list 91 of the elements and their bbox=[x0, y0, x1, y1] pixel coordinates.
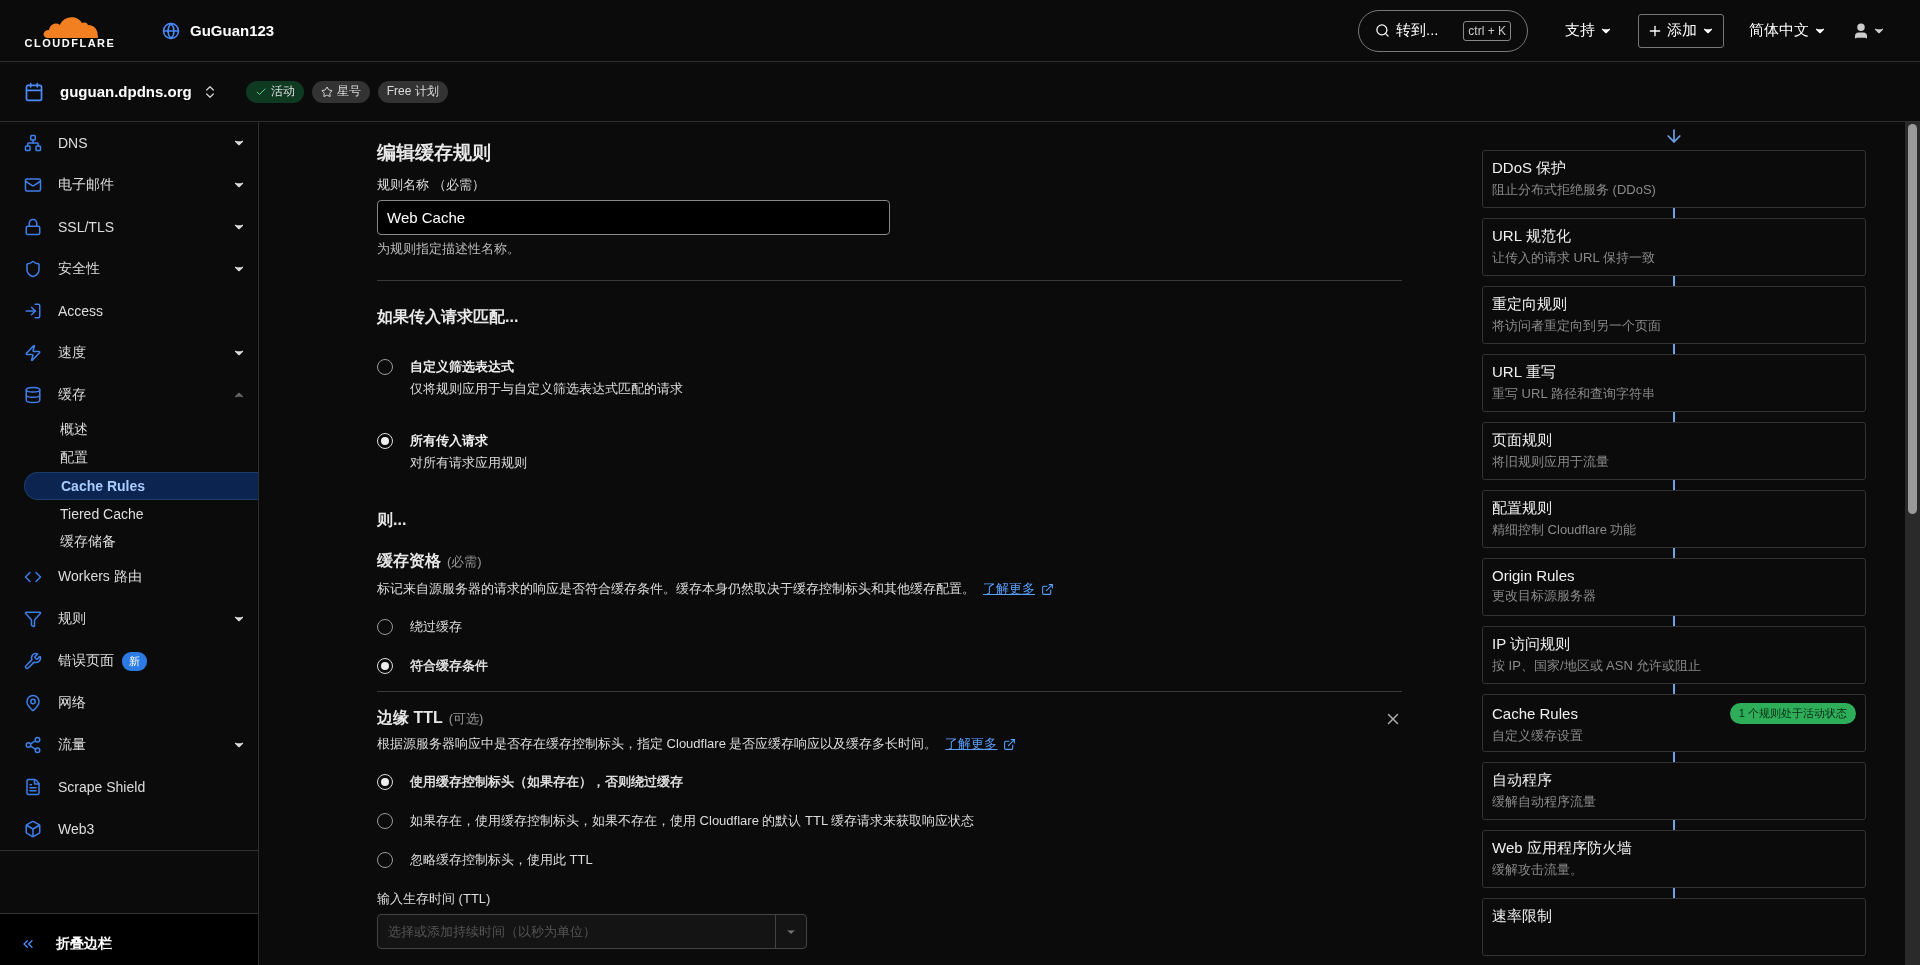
rule-name-field[interactable]: Web Cache bbox=[377, 200, 890, 235]
option-description: 对所有请求应用规则 bbox=[410, 454, 527, 472]
option-label: 符合缓存条件 bbox=[410, 657, 488, 675]
rule-card[interactable]: 速率限制 bbox=[1482, 898, 1866, 956]
sidebar-item[interactable]: Access bbox=[0, 290, 258, 332]
sidebar-subitem[interactable]: 概述 bbox=[24, 416, 258, 444]
logo-text[interactable]: CLOUDFLARE bbox=[24, 36, 116, 49]
sidebar-item[interactable]: 错误页面 新 bbox=[0, 640, 258, 682]
card-title: DDoS 保护 bbox=[1492, 159, 1567, 178]
plan-badge: Free 计划 bbox=[377, 80, 448, 103]
sidebar-item[interactable]: Workers 路由 bbox=[0, 556, 258, 598]
section-heading: 如果传入请求匹配... bbox=[377, 307, 520, 327]
card-description: 让传入的请求 URL 保持一致 bbox=[1492, 249, 1656, 267]
sidebar-subitem[interactable]: 配置 bbox=[24, 444, 258, 472]
star-badge[interactable]: 星号 bbox=[311, 80, 370, 103]
rule-card[interactable]: 配置规则 精细控制 Cloudflare 功能 bbox=[1482, 490, 1866, 548]
status-badge: 活动 bbox=[245, 80, 304, 103]
card-description: 缓解攻击流量。 bbox=[1492, 861, 1584, 879]
sidebar-item[interactable]: 电子邮件 bbox=[0, 164, 258, 206]
field-label: 规则名称 （必需） bbox=[377, 176, 486, 194]
card-description: 阻止分布式拒绝服务 (DDoS) bbox=[1492, 181, 1657, 199]
card-title: 速率限制 bbox=[1492, 907, 1552, 926]
card-title: Cache Rules bbox=[1492, 705, 1578, 722]
menu-dropdown[interactable]: 简体中文 bbox=[1740, 13, 1836, 48]
rule-card[interactable]: Web 应用程序防火墙 缓解攻击流量。 bbox=[1482, 830, 1866, 888]
card-title: 自动程序 bbox=[1492, 771, 1552, 790]
field-label: 输入生存时间 (TTL) bbox=[377, 890, 492, 908]
card-title: IP 访问规则 bbox=[1492, 635, 1571, 654]
rule-card[interactable]: Origin Rules 更改目标源服务器 bbox=[1482, 558, 1866, 616]
add-button[interactable]: 添加 bbox=[1638, 13, 1724, 48]
section-description: 根据源服务器响应中是否存在缓存控制标头，指定 Cloudflare 是否应缓存响应以及缓存多长时间。 bbox=[377, 735, 938, 753]
rule-card[interactable]: 自动程序 缓解自动程序流量 bbox=[1482, 762, 1866, 820]
card-title: URL 规范化 bbox=[1492, 227, 1571, 246]
rule-card[interactable]: URL 规范化 让传入的请求 URL 保持一致 bbox=[1482, 218, 1866, 276]
rule-card[interactable]: URL 重写 重写 URL 路径和查询字符串 bbox=[1482, 354, 1866, 412]
card-title: Web 应用程序防火墙 bbox=[1492, 839, 1632, 858]
sidebar-item[interactable]: Scrape Shield bbox=[0, 766, 258, 808]
option-title: 自定义筛选表达式 bbox=[410, 358, 515, 376]
help-text: 为规则指定描述性名称。 bbox=[377, 240, 521, 258]
rule-card[interactable]: 重定向规则 将访问者重定向到另一个页面 bbox=[1482, 286, 1866, 344]
optional-note: (可选) bbox=[448, 710, 484, 728]
card-title: 配置规则 bbox=[1492, 499, 1552, 518]
option-label: 忽略缓存控制标头，使用此 TTL bbox=[410, 851, 593, 869]
card-description: 更改目标源服务器 bbox=[1492, 587, 1597, 605]
rule-card[interactable]: Cache Rules 1 个规则处于活动状态 自定义缓存设置 bbox=[1482, 694, 1866, 752]
option-label: 绕过缓存 bbox=[410, 618, 462, 636]
card-title: 重定向规则 bbox=[1492, 295, 1567, 314]
card-description: 自定义缓存设置 bbox=[1492, 727, 1584, 745]
required-note: (必需) bbox=[447, 553, 482, 571]
option-label: 使用缓存控制标头（如果存在），否则绕过缓存 bbox=[410, 773, 683, 791]
card-description: 将旧规则应用于流量 bbox=[1492, 453, 1610, 471]
card-title: Origin Rules bbox=[1492, 567, 1575, 584]
menu-dropdown[interactable]: 支持 bbox=[1556, 13, 1622, 48]
card-description: 精细控制 Cloudflare 功能 bbox=[1492, 521, 1638, 539]
collapse-sidebar-button[interactable]: 折叠边栏 bbox=[0, 913, 258, 965]
sidebar-item[interactable]: Web3 bbox=[0, 808, 258, 850]
learn-more-link[interactable]: 了解更多 bbox=[983, 580, 1054, 598]
rule-card[interactable]: IP 访问规则 按 IP、国家/地区或 ASN 允许或阻止 bbox=[1482, 626, 1866, 684]
sidebar-item[interactable]: 网络 bbox=[0, 682, 258, 724]
account-name[interactable]: GuGuan123 bbox=[190, 22, 275, 39]
rule-card[interactable]: 页面规则 将旧规则应用于流量 bbox=[1482, 422, 1866, 480]
sidebar-item[interactable]: 流量 bbox=[0, 724, 258, 766]
card-title: 页面规则 bbox=[1492, 431, 1552, 450]
card-description: 重写 URL 路径和查询字符串 bbox=[1492, 385, 1656, 403]
learn-more-link[interactable]: 了解更多 bbox=[945, 735, 1017, 753]
rule-card[interactable]: DDoS 保护 阻止分布式拒绝服务 (DDoS) bbox=[1482, 150, 1866, 208]
option-label: 如果存在，使用缓存控制标头，如果不存在，使用 Cloudflare 的默认 TTL 缓存请求来获取响应状态 bbox=[410, 812, 975, 830]
option-description: 仅将规则应用于与自定义筛选表达式匹配的请求 bbox=[410, 380, 683, 398]
option-title: 所有传入请求 bbox=[410, 432, 489, 450]
sidebar-item[interactable]: DNS bbox=[0, 122, 258, 164]
domain-name[interactable]: guguan.dpdns.org bbox=[60, 83, 192, 100]
active-rules-badge: 1 个规则处于活动状态 bbox=[1729, 703, 1856, 724]
card-description: 将访问者重定向到另一个页面 bbox=[1492, 317, 1662, 335]
card-description: 缓解自动程序流量 bbox=[1492, 793, 1597, 811]
section-title: 边缘 TTL bbox=[377, 708, 443, 728]
sidebar-item[interactable]: 速度 bbox=[0, 332, 258, 374]
section-description: 标记来自源服务器的请求的响应是否符合缓存条件。缓存本身仍然取决于缓存控制标头和其他缓存配置。 bbox=[377, 580, 975, 598]
sidebar-item[interactable]: 缓存 bbox=[0, 374, 258, 416]
section-heading: 则... bbox=[377, 510, 408, 530]
sidebar-subitem[interactable]: 缓存储备 bbox=[24, 528, 258, 556]
new-badge: 新 bbox=[122, 651, 147, 671]
sidebar-item[interactable]: 规则 bbox=[0, 598, 258, 640]
sidebar-item[interactable]: 安全性 bbox=[0, 248, 258, 290]
card-title: URL 重写 bbox=[1492, 363, 1556, 382]
section-title: 缓存资格 bbox=[377, 551, 441, 571]
card-description: 按 IP、国家/地区或 ASN 允许或阻止 bbox=[1492, 657, 1703, 675]
shortcut-key: ctrl + K bbox=[1463, 20, 1511, 41]
page-title: 编辑缓存规则 bbox=[377, 141, 492, 165]
sidebar-subitem[interactable]: Cache Rules bbox=[24, 472, 258, 500]
sidebar-item[interactable]: SSL/TLS bbox=[0, 206, 258, 248]
sidebar-subitem[interactable]: Tiered Cache bbox=[24, 500, 258, 528]
